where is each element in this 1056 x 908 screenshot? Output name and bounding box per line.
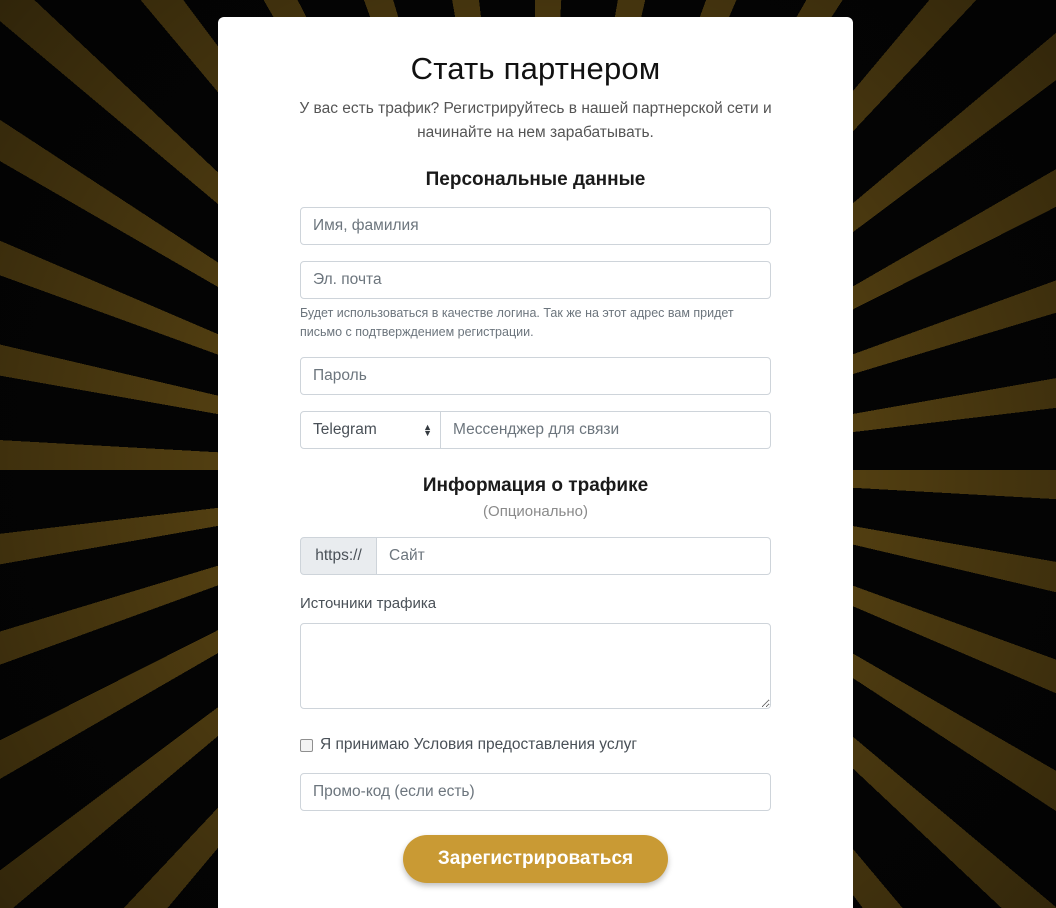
messenger-select-value: Telegram	[313, 421, 377, 438]
site-input[interactable]	[377, 537, 771, 575]
registration-card: Стать партнером У вас есть трафик? Регис…	[218, 17, 853, 908]
traffic-info-heading: Информация о трафике	[422, 475, 649, 496]
url-prefix: https://	[300, 537, 377, 575]
terms-row[interactable]: Я принимаю Условия предоставления услуг	[300, 736, 637, 754]
traffic-info-optional: (Опционально)	[483, 503, 588, 520]
terms-label[interactable]: Я принимаю Условия предоставления услуг	[320, 736, 637, 754]
page-subtitle: У вас есть трафик? Регистрируйтесь в наш…	[299, 100, 772, 141]
messenger-contact-input[interactable]	[441, 411, 771, 449]
messenger-select[interactable]: Telegram ▲ ▼	[300, 411, 441, 449]
register-button[interactable]: Зарегистрироваться	[403, 835, 668, 883]
page-title: Стать партнером	[410, 51, 661, 86]
traffic-sources-label: Источники трафика	[300, 595, 437, 612]
password-input[interactable]	[300, 357, 771, 395]
name-input[interactable]	[300, 207, 771, 245]
promo-code-input[interactable]	[300, 773, 771, 811]
site-url-group: https://	[300, 537, 771, 575]
email-help-text: Будет использоваться в качестве логина. …	[300, 306, 734, 339]
select-arrows-icon: ▲ ▼	[423, 422, 432, 438]
terms-checkbox[interactable]	[300, 738, 313, 752]
personal-data-heading: Персональные данные	[425, 169, 646, 190]
email-input[interactable]	[300, 261, 771, 299]
messenger-group: Telegram ▲ ▼	[300, 411, 771, 449]
traffic-sources-textarea[interactable]	[300, 623, 771, 709]
